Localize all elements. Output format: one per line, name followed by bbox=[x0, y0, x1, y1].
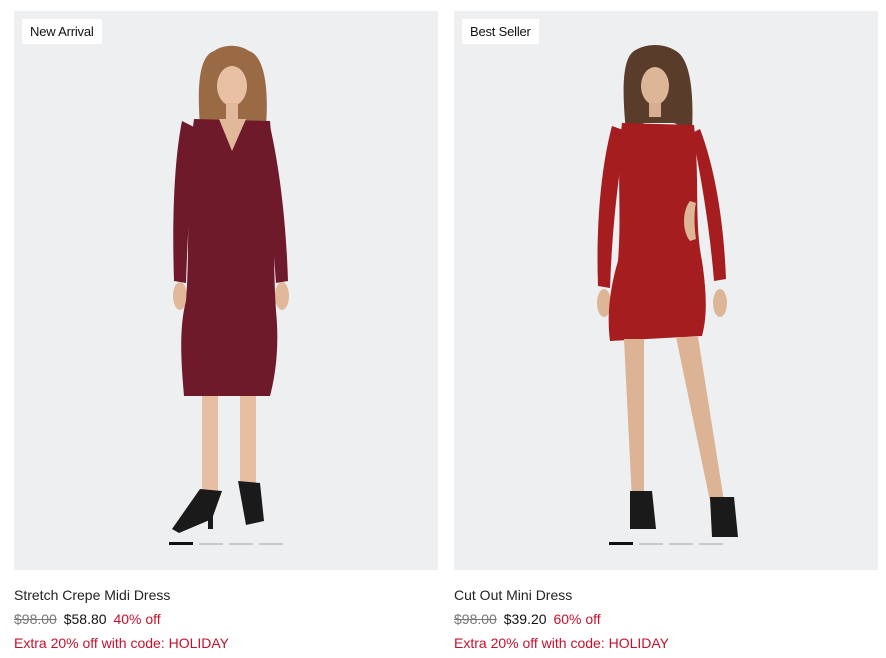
product-image[interactable]: New Arrival bbox=[14, 11, 438, 570]
product-badge: Best Seller bbox=[462, 19, 539, 44]
discount-label: 60% off bbox=[553, 611, 601, 627]
carousel-dot[interactable] bbox=[609, 542, 633, 545]
product-card[interactable]: Best Seller Cut Out Mini Dress $98.00 $3… bbox=[454, 11, 878, 651]
product-badge: New Arrival bbox=[22, 19, 102, 44]
model-photo bbox=[597, 45, 738, 537]
product-name[interactable]: Cut Out Mini Dress bbox=[454, 587, 878, 603]
carousel-dot[interactable] bbox=[669, 542, 693, 545]
sale-price: $58.80 bbox=[63, 611, 107, 627]
carousel-dot[interactable] bbox=[259, 542, 283, 545]
promo-text: Extra 20% off with code: HOLIDAY bbox=[14, 635, 230, 651]
product-card[interactable]: New Arrival Stretch Crepe Midi Dress $98… bbox=[14, 11, 438, 651]
price-row: $98.00 $58.80 40% off bbox=[14, 611, 438, 627]
sale-price: $39.20 bbox=[503, 611, 547, 627]
carousel-dot[interactable] bbox=[699, 542, 723, 545]
product-image[interactable]: Best Seller bbox=[454, 11, 878, 570]
original-price: $98.00 bbox=[14, 611, 57, 627]
discount-label: 40% off bbox=[113, 611, 161, 627]
carousel-dot[interactable] bbox=[199, 542, 223, 545]
promo-text: Extra 20% off with code: HOLIDAY bbox=[454, 635, 670, 651]
price-row: $98.00 $39.20 60% off bbox=[454, 611, 878, 627]
model-photo bbox=[172, 45, 289, 533]
original-price: $98.00 bbox=[454, 611, 497, 627]
product-name[interactable]: Stretch Crepe Midi Dress bbox=[14, 587, 438, 603]
image-carousel-indicator bbox=[14, 542, 438, 545]
carousel-dot[interactable] bbox=[169, 542, 193, 545]
carousel-dot[interactable] bbox=[639, 542, 663, 545]
carousel-dot[interactable] bbox=[229, 542, 253, 545]
image-carousel-indicator bbox=[454, 542, 878, 545]
